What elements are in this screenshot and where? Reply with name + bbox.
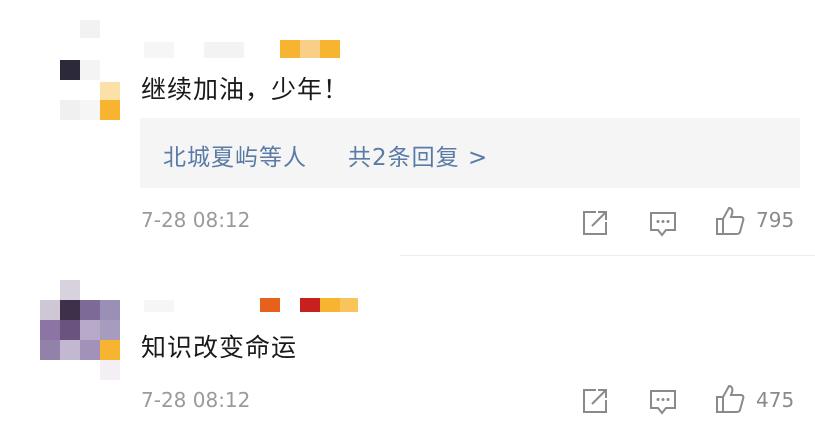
timestamp: 7-28 08:12 — [141, 388, 251, 412]
like-count: 795 — [756, 208, 795, 232]
comment-text: 继续加油，少年！ — [141, 75, 350, 104]
comment-icon[interactable] — [648, 208, 678, 238]
comment-text: 知识改变命运 — [141, 333, 298, 362]
comment-icon[interactable] — [648, 386, 678, 416]
avatar[interactable] — [40, 280, 120, 380]
username[interactable] — [144, 40, 344, 60]
username[interactable] — [144, 298, 364, 314]
divider — [400, 255, 815, 256]
share-icon[interactable] — [580, 208, 610, 238]
share-icon[interactable] — [580, 386, 610, 416]
like-icon[interactable] — [714, 205, 746, 237]
avatar[interactable] — [58, 20, 120, 122]
like-count: 475 — [756, 388, 795, 412]
like-icon[interactable] — [714, 383, 746, 415]
timestamp: 7-28 08:12 — [141, 208, 251, 232]
replies-box[interactable]: 北城夏屿等人 共2条回复 > — [140, 118, 800, 188]
reply-count-link[interactable]: 共2条回复 > — [348, 138, 488, 172]
reply-names[interactable]: 北城夏屿等人 — [163, 138, 307, 172]
